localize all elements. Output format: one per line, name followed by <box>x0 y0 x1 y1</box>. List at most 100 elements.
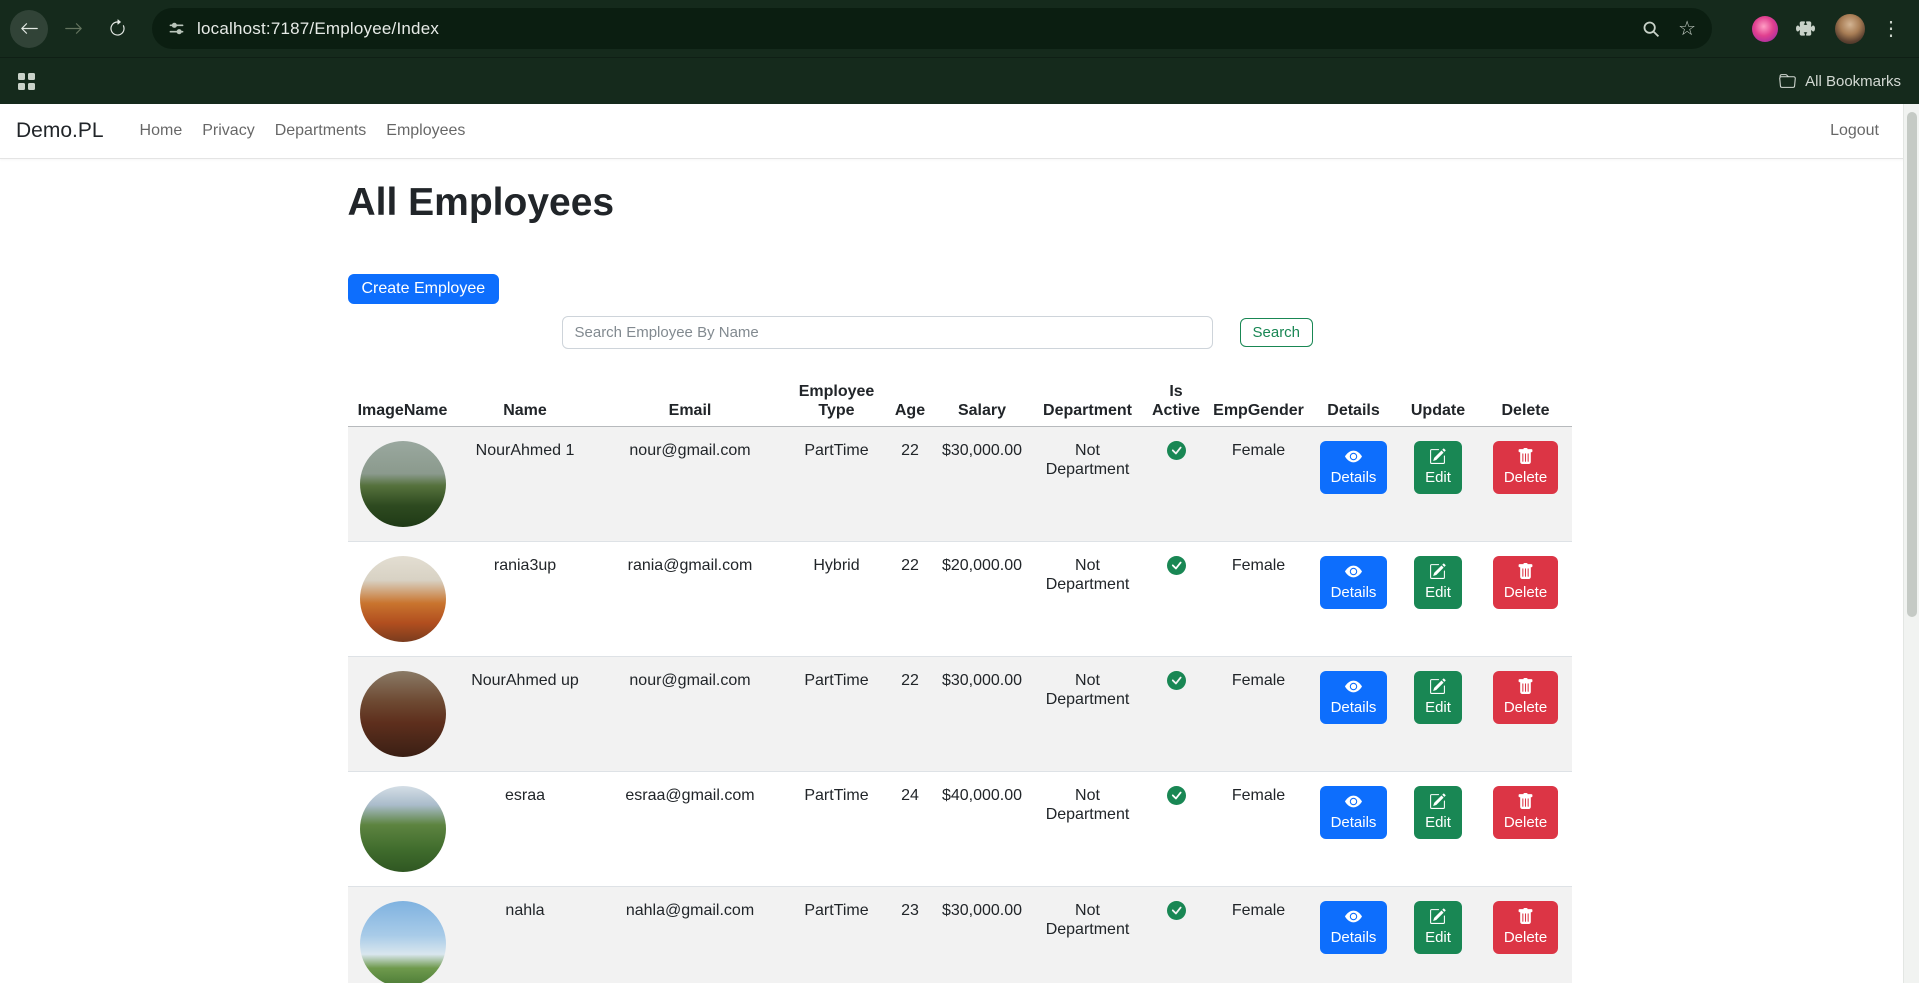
header-department: Department <box>1029 376 1146 427</box>
details-button[interactable]: Details <box>1319 556 1388 609</box>
edit-button[interactable]: Edit <box>1414 441 1462 494</box>
browser-profile-avatar[interactable] <box>1835 13 1865 44</box>
all-bookmarks-button[interactable]: All Bookmarks <box>1779 73 1901 90</box>
employee-name: rania3up <box>457 541 593 657</box>
search-input[interactable] <box>561 316 1213 349</box>
brand-link[interactable]: Demo.PL <box>16 119 104 143</box>
delete-button[interactable]: Delete <box>1492 556 1559 609</box>
details-button[interactable]: Details <box>1319 671 1388 724</box>
nav-link-employees[interactable]: Employees <box>376 116 475 146</box>
puzzle-icon <box>1796 21 1815 36</box>
employee-type: PartTime <box>787 656 886 772</box>
tab-groups-grid-icon[interactable] <box>18 72 35 90</box>
edit-button-label: Edit <box>1425 469 1451 486</box>
toolbar-right-cluster: ⋮ <box>1728 13 1909 44</box>
employee-age: 22 <box>885 541 935 657</box>
employee-salary: $30,000.00 <box>934 656 1030 772</box>
details-button[interactable]: Details <box>1319 901 1388 954</box>
forward-button[interactable] <box>54 10 92 48</box>
employee-age: 22 <box>885 426 935 542</box>
eye-icon <box>1344 450 1362 463</box>
scrollbar-thumb[interactable] <box>1907 112 1917 617</box>
details-button-label: Details <box>1330 699 1377 716</box>
eye-icon <box>1344 910 1362 923</box>
edit-button[interactable]: Edit <box>1414 786 1462 839</box>
zoom-lens-button[interactable] <box>1642 20 1660 38</box>
bookmark-star-button[interactable]: ☆ <box>1678 19 1696 39</box>
table-row: rania3up rania@gmail.com Hybrid 22 $20,0… <box>347 541 1572 657</box>
extension-pink-icon[interactable] <box>1752 15 1778 42</box>
employee-gender: Female <box>1206 771 1311 887</box>
address-bar[interactable]: localhost:7187/Employee/Index ☆ <box>152 8 1712 49</box>
logout-link[interactable]: Logout <box>1830 122 1879 140</box>
check-circle-icon <box>1166 441 1186 460</box>
header-details: Details <box>1310 376 1397 427</box>
details-button-label: Details <box>1330 584 1377 601</box>
check-circle-icon <box>1166 671 1186 690</box>
employee-photo <box>359 786 446 872</box>
kebab-menu-icon[interactable]: ⋮ <box>1881 19 1901 39</box>
nav-link-privacy[interactable]: Privacy <box>192 116 264 146</box>
header-salary: Salary <box>934 376 1030 427</box>
employee-salary: $30,000.00 <box>934 886 1030 983</box>
pencil-square-icon <box>1430 448 1447 464</box>
employee-email: nour@gmail.com <box>592 656 788 772</box>
pencil-square-icon <box>1430 908 1447 924</box>
edit-button-label: Edit <box>1425 929 1451 946</box>
employee-gender: Female <box>1206 426 1311 542</box>
is-active-cell <box>1145 656 1207 772</box>
delete-button[interactable]: Delete <box>1492 441 1559 494</box>
delete-button-label: Delete <box>1503 929 1548 946</box>
employee-salary: $20,000.00 <box>934 541 1030 657</box>
employee-department: Not Department <box>1029 426 1146 542</box>
all-bookmarks-label: All Bookmarks <box>1805 72 1901 90</box>
check-circle-icon <box>1166 901 1186 920</box>
employee-email: esraa@gmail.com <box>592 771 788 887</box>
employee-name: esraa <box>457 771 593 887</box>
create-employee-button[interactable]: Create Employee <box>347 274 500 304</box>
edit-button-label: Edit <box>1425 584 1451 601</box>
delete-button-label: Delete <box>1503 814 1548 831</box>
search-button[interactable]: Search <box>1239 318 1314 347</box>
trash-icon <box>1518 678 1533 694</box>
employee-department: Not Department <box>1029 656 1146 772</box>
employee-type: Hybrid <box>787 541 886 657</box>
check-circle-icon <box>1166 556 1186 575</box>
details-button[interactable]: Details <box>1319 786 1388 839</box>
employee-photo <box>359 901 446 983</box>
employee-email: nour@gmail.com <box>592 426 788 542</box>
nav-link-departments[interactable]: Departments <box>265 116 377 146</box>
back-button[interactable] <box>10 9 48 48</box>
trash-icon <box>1518 908 1533 924</box>
details-button[interactable]: Details <box>1319 441 1388 494</box>
edit-button[interactable]: Edit <box>1414 901 1462 954</box>
page-title: All Employees <box>347 181 615 224</box>
header-empgender: EmpGender <box>1206 376 1311 427</box>
pencil-square-icon <box>1430 678 1447 694</box>
edit-button[interactable]: Edit <box>1414 671 1462 724</box>
employee-salary: $30,000.00 <box>934 426 1030 542</box>
url-text: localhost:7187/Employee/Index <box>197 18 440 38</box>
delete-button[interactable]: Delete <box>1492 671 1559 724</box>
site-settings-tune-icon[interactable] <box>168 20 185 37</box>
delete-button[interactable]: Delete <box>1492 901 1559 954</box>
browser-toolbar: localhost:7187/Employee/Index ☆ ⋮ <box>0 0 1919 57</box>
reload-button[interactable] <box>98 10 136 48</box>
employee-gender: Female <box>1206 656 1311 772</box>
search-lens-icon <box>1643 21 1660 37</box>
pencil-square-icon <box>1430 563 1447 579</box>
trash-icon <box>1518 448 1533 464</box>
extensions-menu-button[interactable] <box>1796 19 1815 38</box>
site-navbar: Demo.PL Home Privacy Departments Employe… <box>0 104 1919 159</box>
details-button-label: Details <box>1330 814 1377 831</box>
employee-email: nahla@gmail.com <box>592 886 788 983</box>
nav-link-home[interactable]: Home <box>130 116 193 146</box>
employee-email: rania@gmail.com <box>592 541 788 657</box>
delete-button[interactable]: Delete <box>1492 786 1559 839</box>
employee-gender: Female <box>1206 541 1311 657</box>
edit-button-label: Edit <box>1425 814 1451 831</box>
header-name: Name <box>457 376 593 427</box>
scrollbar[interactable] <box>1903 104 1919 983</box>
edit-button[interactable]: Edit <box>1414 556 1462 609</box>
employee-age: 23 <box>885 886 935 983</box>
